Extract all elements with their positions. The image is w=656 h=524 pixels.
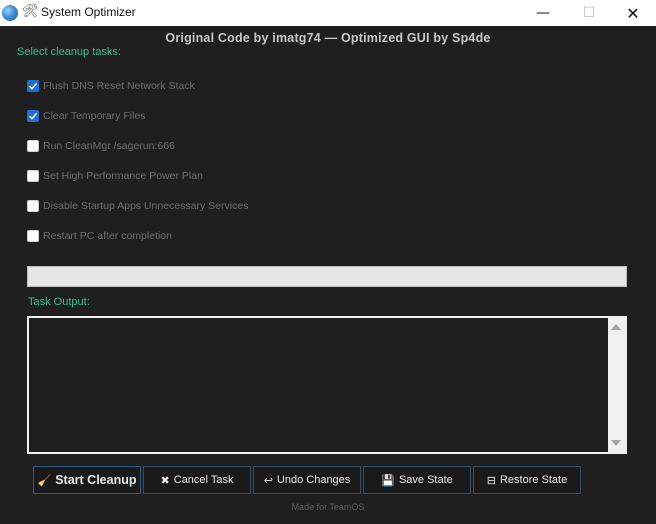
restore-state-label: Restore State [499,474,568,486]
floppy-disk-icon: 💾 [381,474,395,487]
task-label: Flush DNS Reset Network Stack [43,80,195,92]
checkbox[interactable] [27,170,39,182]
footer-text: Made for TeamOS [291,502,365,512]
app-window: 🛠 System Optimizer — ☐ ✕ Original Code b… [0,0,656,524]
checkbox[interactable] [27,110,39,122]
task-label: Restart PC after completion [43,230,172,242]
cancel-task-label: Cancel Task [173,474,234,486]
task-run-cleanmgr[interactable]: Run CleanMgr /sagerun:666 [27,138,175,154]
cancel-task-button[interactable]: ✖ Cancel Task [143,466,251,494]
scroll-up-arrow-icon[interactable] [611,324,621,330]
task-label: Disable Startup Apps Unnecessary Service… [43,200,249,212]
checkbox[interactable] [27,80,39,92]
undo-changes-label: Undo Changes [276,474,351,486]
task-output-textarea[interactable] [27,316,627,454]
task-label: Run CleanMgr /sagerun:666 [43,140,175,152]
task-flush-dns[interactable]: Flush DNS Reset Network Stack [27,78,195,94]
start-cleanup-button[interactable]: 🧹 Start Cleanup [33,466,141,494]
close-button[interactable]: ✕ [610,0,656,26]
minimize-button[interactable]: — [520,0,566,26]
maximize-button[interactable]: ☐ [566,0,612,26]
task-high-performance-plan[interactable]: Set High Performance Power Plan [27,168,203,184]
tasks-section-label: Select cleanup tasks: [17,46,121,58]
restore-icon: ⊟ [486,474,496,487]
credits-heading: Original Code by imatg74 — Optimized GUI… [165,31,491,45]
start-cleanup-label: Start Cleanup [55,473,137,487]
output-scrollbar[interactable] [608,318,625,452]
checkbox[interactable] [27,230,39,242]
window-title: System Optimizer [41,5,136,19]
task-label: Set High Performance Power Plan [43,170,203,182]
task-clear-temp-files[interactable]: Clear Temporary Files [27,108,146,124]
task-restart-pc[interactable]: Restart PC after completion [27,228,172,244]
tools-icon: 🛠 [22,4,39,19]
undo-arrow-icon: ↩ [263,474,273,487]
broom-icon: 🧹 [37,474,52,487]
scroll-down-arrow-icon[interactable] [611,440,621,446]
task-label: Clear Temporary Files [43,110,146,122]
globe-icon [2,5,18,21]
checkbox[interactable] [27,140,39,152]
checkbox[interactable] [27,200,39,212]
task-output-label: Task Output: [28,296,90,308]
title-bar[interactable]: 🛠 System Optimizer — ☐ ✕ [0,0,656,26]
task-disable-startup-apps[interactable]: Disable Startup Apps Unnecessary Service… [27,198,248,214]
restore-state-button[interactable]: ⊟ Restore State [473,466,581,494]
x-icon: ✖ [160,474,170,487]
undo-changes-button[interactable]: ↩ Undo Changes [253,466,361,494]
save-state-button[interactable]: 💾 Save State [363,466,471,494]
save-state-label: Save State [398,474,453,486]
progress-bar [27,266,627,287]
